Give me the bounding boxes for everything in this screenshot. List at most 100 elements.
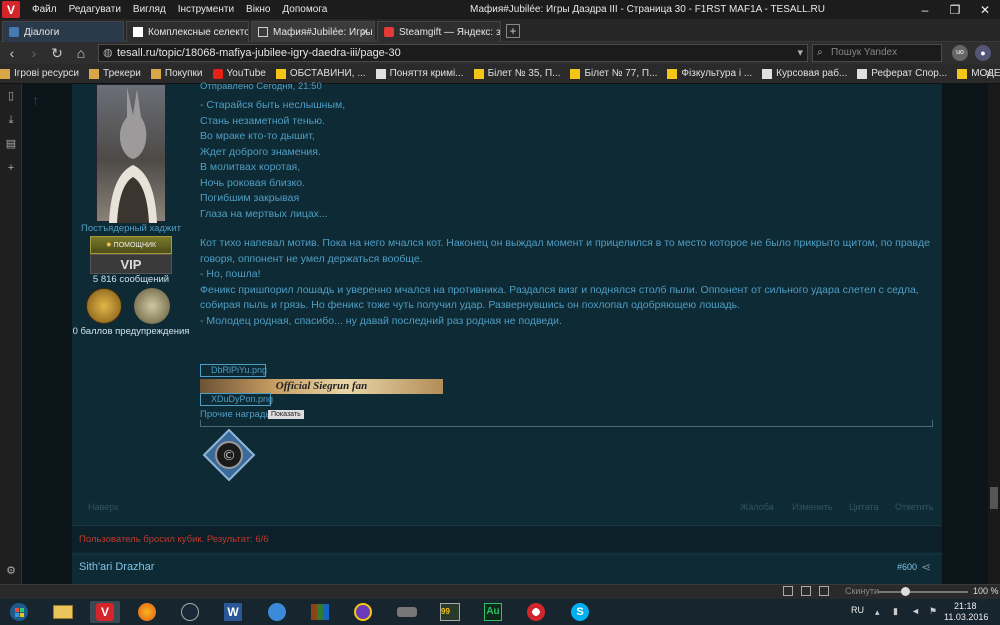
folder-icon (0, 68, 10, 79)
zoom-slider-handle[interactable] (901, 587, 910, 596)
siegrun-fan-banner[interactable]: Official Siegrun fan (200, 379, 443, 394)
bookmark-item[interactable]: Трекери (89, 68, 141, 79)
award-medal-icon[interactable] (86, 288, 122, 324)
settings-icon[interactable]: ⚙ (5, 565, 17, 577)
author-portrait (109, 87, 157, 223)
new-tab-icon[interactable]: + (506, 24, 520, 38)
author-avatar[interactable] (96, 84, 166, 223)
menu-file[interactable]: Файл (32, 4, 57, 15)
volume-icon[interactable]: ◄ (911, 606, 920, 616)
reload-icon[interactable]: ↻ (48, 44, 66, 62)
home-icon[interactable]: ⌂ (72, 44, 90, 62)
maximize-icon[interactable]: ❐ (940, 0, 970, 19)
search-input[interactable]: ⌕ Пошук Yandex (812, 44, 942, 62)
edit-link[interactable]: Изменить (792, 502, 833, 512)
message-count: 5 816 сообщений (92, 274, 170, 285)
clock-time[interactable]: 21:18 (954, 601, 977, 611)
quote-link[interactable]: Цитата (849, 502, 879, 512)
menu-edit[interactable]: Редагувати (69, 4, 121, 15)
network-icon[interactable]: ▮ (893, 606, 898, 617)
vivaldi-logo-icon[interactable]: V (2, 1, 20, 18)
more-bookmarks-icon[interactable]: » (986, 67, 992, 79)
media-player-icon[interactable] (348, 601, 378, 623)
file-explorer-icon[interactable] (48, 601, 78, 623)
bookmark-item[interactable]: Реферат Спор... (857, 68, 947, 79)
bookmark-item[interactable]: Білет № 35, П... (473, 68, 560, 79)
notes-icon[interactable]: ▤ (5, 138, 17, 150)
zoom-slider[interactable] (878, 591, 968, 593)
bookmark-item[interactable]: Покупки (150, 68, 203, 79)
forward-icon[interactable]: › (25, 44, 43, 62)
reply-link[interactable]: Ответить (895, 502, 933, 512)
scrollbar-thumb[interactable] (990, 487, 998, 509)
poem-line: Ночь роковая близко. (200, 176, 305, 189)
tab-dialogs[interactable]: Діалоги (2, 21, 124, 42)
page-icon (667, 68, 678, 79)
yandex-icon (384, 27, 394, 37)
bookmark-item[interactable]: Курсовая раб... (762, 68, 847, 79)
start-button[interactable] (4, 601, 34, 623)
award-seal-icon[interactable] (134, 288, 170, 324)
tab-mafia[interactable]: Мафия#Jubilée: Игры Даэд ✕ (251, 21, 375, 42)
close-tab-icon[interactable]: ✕ (361, 27, 369, 38)
dropdown-icon[interactable]: ▾ (797, 45, 803, 61)
side-panel: ▯ ⤓ ▤ + ⚙ (0, 84, 22, 584)
signature-image-link[interactable]: XDuDyPon.png (200, 393, 273, 406)
tab-selectors[interactable]: Комплексные селекторы | (126, 21, 249, 42)
tool-icon[interactable] (392, 601, 422, 623)
bookmark-item[interactable]: Фізкультура і ... (667, 68, 752, 79)
show-tooltip[interactable]: Показать (268, 410, 304, 419)
menu-view[interactable]: Вигляд (133, 4, 166, 15)
url-field[interactable]: ◍ tesall.ru/topic/18068-mafiya-jubilee-i… (98, 44, 808, 62)
zoom-reset-label[interactable]: Скинути (845, 586, 879, 596)
menu-tools[interactable]: Інструменти (178, 4, 234, 15)
minimize-icon[interactable]: – (910, 0, 940, 19)
ccleaner-icon[interactable] (521, 601, 551, 623)
spoiler-box (200, 420, 933, 427)
flag-icon[interactable]: ⚑ (929, 606, 937, 617)
tab-steamgift[interactable]: Steamgift — Яндекс: знайд (377, 21, 501, 42)
next-post-author[interactable]: Sith'ari Drazhar (79, 561, 154, 573)
counter-app-icon[interactable]: 99 (435, 601, 465, 623)
download-icon[interactable]: ⤓ (5, 114, 17, 126)
menu-help[interactable]: Допомога (282, 4, 327, 15)
share-icon[interactable]: ⋖ (921, 560, 931, 574)
bookmark-panel-icon[interactable]: ▯ (5, 90, 17, 102)
clock-date[interactable]: 11.03.2016 (944, 612, 988, 622)
scroll-top-icon[interactable]: ↑ (32, 92, 39, 108)
bookmark-item[interactable]: Поняття кримі... (375, 68, 464, 79)
warning-points: 0 баллов предупреждения (72, 326, 190, 337)
language-indicator[interactable]: RU (851, 605, 864, 615)
firefox-icon[interactable] (132, 601, 162, 623)
vertical-scrollbar[interactable] (988, 84, 1000, 584)
word-icon[interactable]: W (218, 601, 248, 623)
bookmark-item[interactable]: Білет № 77, П... (570, 68, 657, 79)
copyright-award-icon[interactable]: © (200, 429, 258, 481)
vivaldi-taskbar-icon[interactable]: V (90, 601, 120, 623)
report-link[interactable]: Жалоба (740, 502, 774, 512)
steam-icon[interactable] (175, 601, 205, 623)
signature-image-link[interactable]: DbRlPiYu.png (200, 364, 267, 377)
post-number[interactable]: #600 (897, 562, 917, 572)
page-tiling-icon[interactable] (783, 586, 793, 596)
add-panel-icon[interactable]: + (5, 162, 17, 174)
back-icon[interactable]: ‹ (3, 44, 21, 62)
image-toggle-icon[interactable] (801, 586, 811, 596)
close-window-icon[interactable]: ✕ (970, 0, 1000, 19)
extension-icon[interactable]: uo (952, 45, 968, 61)
dice-result-text: Пользователь бросил кубик. Результат: 6/… (79, 534, 269, 545)
skype-icon[interactable]: S (565, 601, 595, 623)
tray-arrow-icon[interactable]: ▴ (875, 607, 880, 618)
qbittorrent-icon[interactable] (262, 601, 292, 623)
back-to-top-link[interactable]: Наверх (88, 502, 119, 512)
audition-icon[interactable]: Au (478, 601, 508, 623)
folder-icon (150, 68, 161, 79)
bookmark-item[interactable]: ОБСТАВИНИ, ... (275, 68, 366, 79)
bookmark-item[interactable]: YouTube (212, 68, 266, 79)
bookmark-item[interactable]: МОДЕЛІ «ІНВ... (957, 68, 1000, 79)
page-actions-icon[interactable] (819, 586, 829, 596)
library-icon[interactable] (305, 601, 335, 623)
bookmark-item[interactable]: Ігрові ресурси (0, 68, 79, 79)
menu-window[interactable]: Вікно (246, 4, 270, 15)
avatar[interactable]: ● (975, 45, 991, 61)
